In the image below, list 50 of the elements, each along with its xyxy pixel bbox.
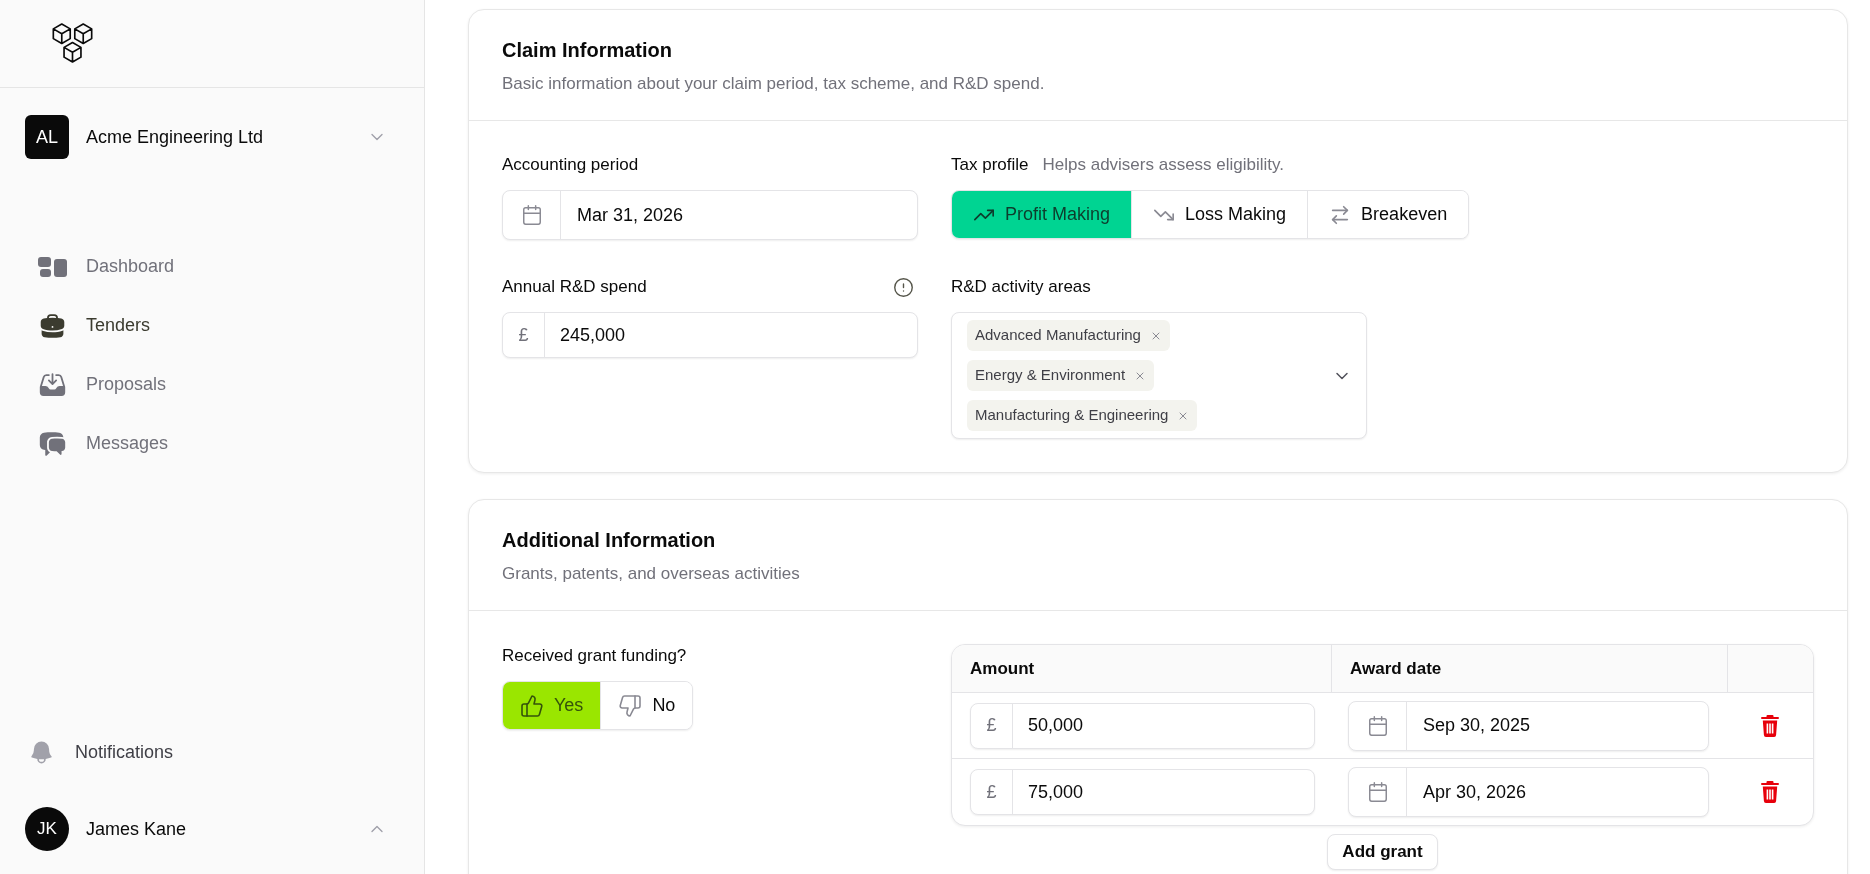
date-field[interactable]: Sep 30, 2025 [1348,700,1709,751]
calendar-icon [1366,714,1389,737]
card-subtitle: Grants, patents, and overseas activities [502,563,801,585]
add-grant-button[interactable]: Add grant [1327,834,1438,870]
nav-item[interactable]: Messages [0,414,424,473]
currency-field[interactable]: £ 245,000 [502,312,918,358]
multi-select-field[interactable]: Advanced Manufacturing Energy & Environment Manufacturing & Engineering [951,312,1367,439]
tag-label: Advanced Manufacturing [975,325,1141,346]
field-label: Tax profile [951,154,1029,176]
user-menu[interactable]: JK James Kane [25,807,387,851]
nav-item[interactable]: Proposals [0,355,424,414]
exclamation-circle-icon[interactable] [893,276,914,298]
toggle-button[interactable]: Yes [503,682,601,729]
nav-item[interactable]: Tenders [0,296,424,355]
tag-label: Manufacturing & Engineering [975,405,1169,426]
toggle-button[interactable]: No [600,682,693,729]
thumbs-down-icon [618,693,643,718]
calendar-icon [520,204,543,226]
notifications-item[interactable]: Notifications [28,730,396,774]
toggle-button[interactable]: Loss Making [1131,191,1308,238]
organization-avatar: AL [25,115,69,159]
toggle-button[interactable]: Breakeven [1307,191,1469,238]
currency-symbol: £ [518,323,529,347]
currency-field[interactable]: £ 75,000 [970,769,1315,815]
nav-item[interactable]: Dashboard [0,237,424,296]
card-subtitle: Basic information about your claim period, tax scheme, and R&D spend. [502,73,1046,95]
field-label: Annual R&D spend [502,276,647,298]
toggle-button[interactable]: Profit Making [952,191,1132,238]
field-hint: Helps advisers assess eligibility. [1042,154,1285,176]
thumbs-up-icon [520,693,544,718]
field-label: Accounting period [502,154,640,176]
column-header: Amount [970,657,1035,680]
field-label: Received grant funding? [502,645,688,667]
date-field[interactable]: Mar 31, 2026 [502,190,918,240]
cubes-logo-icon [52,23,93,63]
card-title: Claim Information [502,38,673,63]
column-header: Award date [1350,657,1442,680]
date-field[interactable]: Apr 30, 2026 [1348,767,1709,817]
card-title: Additional Information [502,528,717,553]
trash-icon[interactable] [1761,781,1779,803]
organization-switcher[interactable]: AL Acme Engineering Ltd [25,115,387,159]
trash-icon[interactable] [1761,714,1779,737]
dashboard-icon [38,256,67,277]
currency-symbol: £ [986,780,997,804]
currency-field[interactable]: £ 50,000 [970,702,1315,749]
tag-label: Energy & Environment [975,365,1126,386]
user-avatar: JK [25,807,69,851]
currency-symbol: £ [986,714,997,737]
calendar-icon [1366,781,1389,803]
field-label: R&D activity areas [951,276,1092,298]
